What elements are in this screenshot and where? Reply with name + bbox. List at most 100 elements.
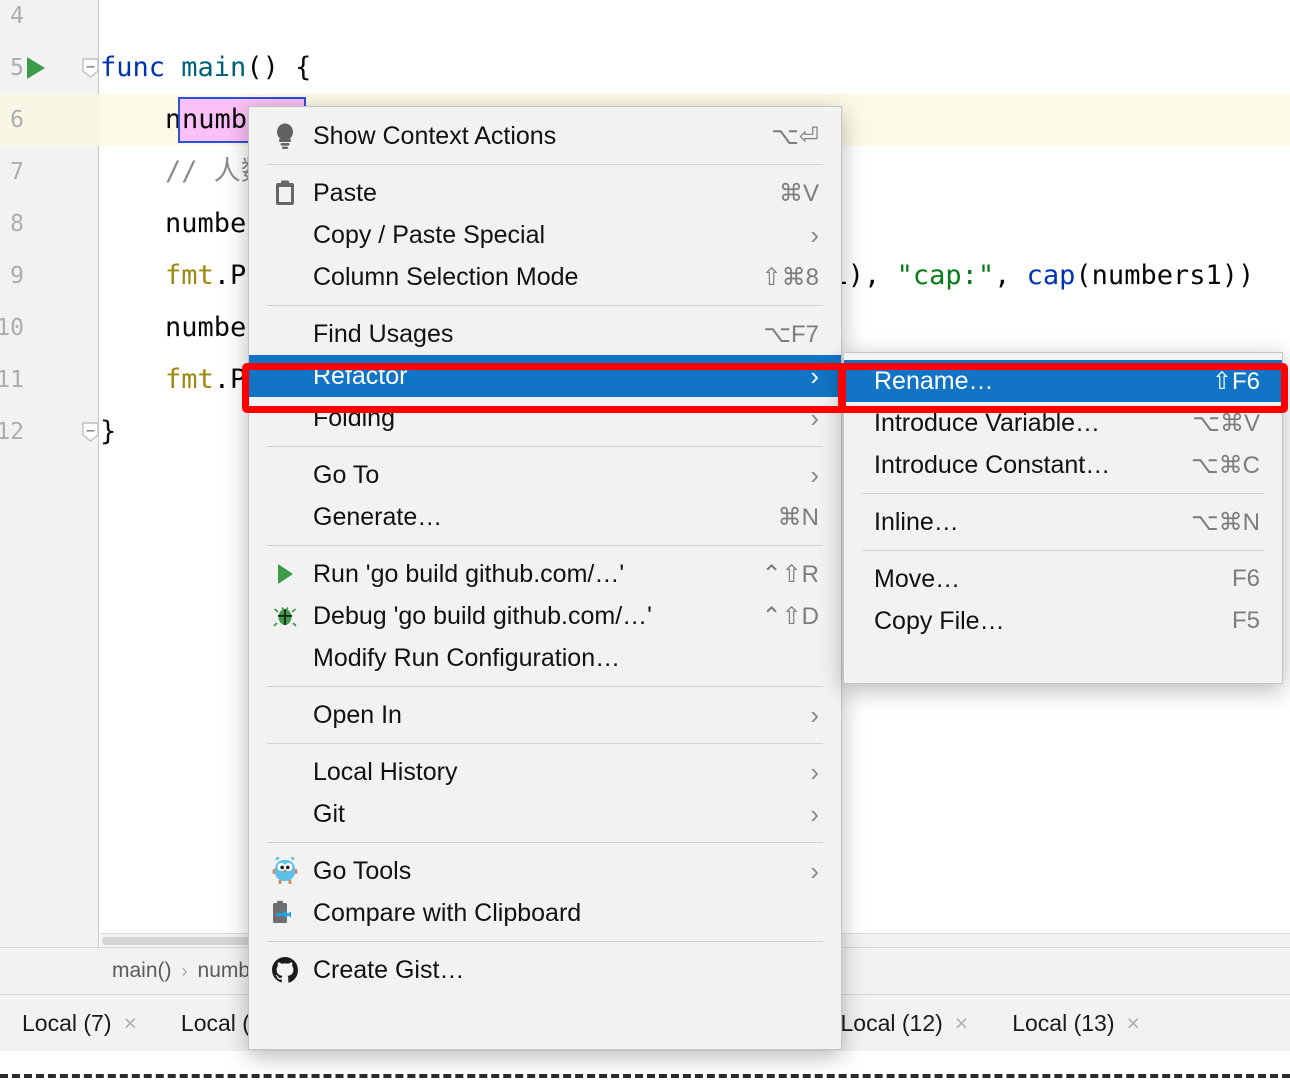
gutter-line[interactable]: 10 xyxy=(0,302,99,354)
close-icon[interactable]: × xyxy=(1127,1012,1140,1035)
compare-clipboard-icon xyxy=(271,899,299,927)
menu-item-go-to[interactable]: Go To› xyxy=(249,454,841,496)
menu-item-label: Folding xyxy=(313,404,395,433)
menu-separator xyxy=(267,446,823,447)
submenu-item-rename[interactable]: Rename… ⇧F6 xyxy=(844,360,1282,402)
gutter-line[interactable]: 12 xyxy=(0,406,99,458)
menu-item-label: Go To xyxy=(313,461,379,490)
chevron-right-icon: › xyxy=(810,702,819,728)
menu-item-local-history[interactable]: Local History› xyxy=(249,751,841,793)
menu-item-paste[interactable]: Paste ⌘V xyxy=(249,172,841,214)
menu-item-shortcut: ⌥F7 xyxy=(763,320,819,349)
menu-item-label: Run 'go build github.com/…' xyxy=(313,560,624,589)
menu-item-create-gist[interactable]: Create Gist… xyxy=(249,949,841,991)
line-number: 11 xyxy=(0,367,24,393)
menu-item-open-in[interactable]: Open In› xyxy=(249,694,841,736)
submenu-item-shortcut: ⌥⌘C xyxy=(1191,451,1260,480)
menu-item-label: Debug 'go build github.com/…' xyxy=(313,602,652,631)
editor-gutter[interactable]: 4 5 6 7 8 9 10 11 12 xyxy=(0,0,99,947)
debug-icon xyxy=(271,602,299,630)
chevron-right-icon: › xyxy=(810,405,819,431)
gutter-line[interactable]: 6 xyxy=(0,94,99,146)
tab-label: Local (7) xyxy=(22,1010,111,1037)
menu-item-folding[interactable]: Folding › xyxy=(249,397,841,439)
breadcrumb-item-main[interactable]: main() xyxy=(112,959,172,983)
menu-item-go-tools[interactable]: Go Tools › xyxy=(249,850,841,892)
menu-separator xyxy=(267,941,823,942)
gutter-line[interactable]: 9 xyxy=(0,250,99,302)
close-icon[interactable]: × xyxy=(955,1012,968,1035)
menu-item-label: Paste xyxy=(313,179,377,208)
run-icon xyxy=(271,560,299,588)
menu-item-debug-go-build-github-com[interactable]: Debug 'go build github.com/…' ⌃⇧D xyxy=(249,595,841,637)
submenu-item-inline[interactable]: Inline…⌥⌘N xyxy=(844,501,1282,543)
gutter-line[interactable]: 8 xyxy=(0,198,99,250)
line-number: 7 xyxy=(0,159,24,185)
menu-item-find-usages[interactable]: Find Usages⌥F7 xyxy=(249,313,841,355)
line-number: 12 xyxy=(0,419,24,445)
menu-item-label: Compare with Clipboard xyxy=(313,899,581,928)
code-line[interactable]: func main() { xyxy=(100,42,311,94)
menu-item-label: Column Selection Mode xyxy=(313,263,578,292)
clipboard-icon xyxy=(271,179,299,207)
tab-label: Local (12) xyxy=(841,1010,943,1037)
menu-item-shortcut: ⌥⏎ xyxy=(771,122,819,151)
menu-item-compare-with-clipboard[interactable]: Compare with Clipboard xyxy=(249,892,841,934)
menu-item-label: Git xyxy=(313,800,345,829)
menu-item-label: Create Gist… xyxy=(313,956,464,985)
submenu-item-label: Move… xyxy=(874,565,960,594)
menu-item-refactor[interactable]: Refactor› xyxy=(249,355,841,397)
submenu-item-shortcut: ⇧F6 xyxy=(1212,367,1260,396)
line-number: 4 xyxy=(0,3,24,29)
gutter-line[interactable]: 4 xyxy=(0,0,99,42)
submenu-item-shortcut: ⌥⌘V xyxy=(1192,409,1260,438)
screen-root: 456789101112 func main() { numbers1 := [… xyxy=(0,0,1290,1092)
menu-separator xyxy=(267,743,823,744)
menu-item-shortcut: ⌃⇧D xyxy=(761,602,819,631)
chevron-right-icon: › xyxy=(182,961,188,982)
menu-item-column-selection-mode[interactable]: Column Selection Mode ⇧⌘8 xyxy=(249,256,841,298)
gutter-line[interactable]: 7 xyxy=(0,146,99,198)
menu-item-generate[interactable]: Generate…⌘N xyxy=(249,496,841,538)
menu-separator xyxy=(267,842,823,843)
run-gutter-icon[interactable] xyxy=(27,57,45,79)
submenu-item-introduce-constant[interactable]: Introduce Constant… ⌥⌘C xyxy=(844,444,1282,486)
submenu-item-move[interactable]: Move…F6 xyxy=(844,558,1282,600)
tab-item[interactable]: Local (7) × xyxy=(0,995,159,1051)
line-number: 8 xyxy=(0,211,24,237)
menu-separator xyxy=(267,305,823,306)
submenu-item-copy-file[interactable]: Copy File…F5 xyxy=(844,600,1282,642)
menu-item-shortcut: ⌘N xyxy=(778,503,819,532)
tab-item[interactable]: Local (12) × xyxy=(819,995,991,1051)
fold-marker-icon[interactable] xyxy=(82,422,99,442)
menu-item-copy-paste-special[interactable]: Copy / Paste Special› xyxy=(249,214,841,256)
code-line[interactable]: } xyxy=(100,406,116,458)
fold-marker-icon[interactable] xyxy=(82,58,99,78)
menu-item-shortcut: ⌘V xyxy=(779,179,819,208)
refactor-submenu[interactable]: Rename…⇧F6Introduce Variable…⌥⌘VIntroduc… xyxy=(843,352,1283,684)
menu-item-modify-run-configuration[interactable]: Modify Run Configuration… xyxy=(249,637,841,679)
menu-item-git[interactable]: Git› xyxy=(249,793,841,835)
chevron-right-icon: › xyxy=(810,759,819,785)
menu-item-label: Go Tools xyxy=(313,857,411,886)
menu-item-shortcut: ⇧⌘8 xyxy=(762,263,819,292)
menu-item-label: Refactor xyxy=(313,362,407,391)
gutter-line[interactable]: 11 xyxy=(0,354,99,406)
gutter-line[interactable]: 5 xyxy=(0,42,99,94)
tab-item[interactable]: Local (13)× xyxy=(990,995,1162,1051)
menu-item-show-context-actions[interactable]: Show Context Actions ⌥⏎ xyxy=(249,115,841,157)
line-number: 6 xyxy=(0,107,24,133)
submenu-item-label: Inline… xyxy=(874,508,959,537)
submenu-item-label: Introduce Constant… xyxy=(874,451,1110,480)
line-number: 10 xyxy=(0,315,24,341)
context-menu[interactable]: Show Context Actions ⌥⏎ Paste ⌘V Copy / Past… xyxy=(248,106,842,1050)
chevron-right-icon: › xyxy=(810,858,819,884)
submenu-item-label: Rename… xyxy=(874,367,994,396)
menu-item-run-go-build-github-com[interactable]: Run 'go build github.com/…'⌃⇧R xyxy=(249,553,841,595)
line-number: 9 xyxy=(0,263,24,289)
lightbulb-icon xyxy=(271,122,299,150)
submenu-item-introduce-variable[interactable]: Introduce Variable…⌥⌘V xyxy=(844,402,1282,444)
menu-item-label: Show Context Actions xyxy=(313,122,556,151)
menu-separator xyxy=(267,164,823,165)
close-icon[interactable]: × xyxy=(123,1012,136,1035)
